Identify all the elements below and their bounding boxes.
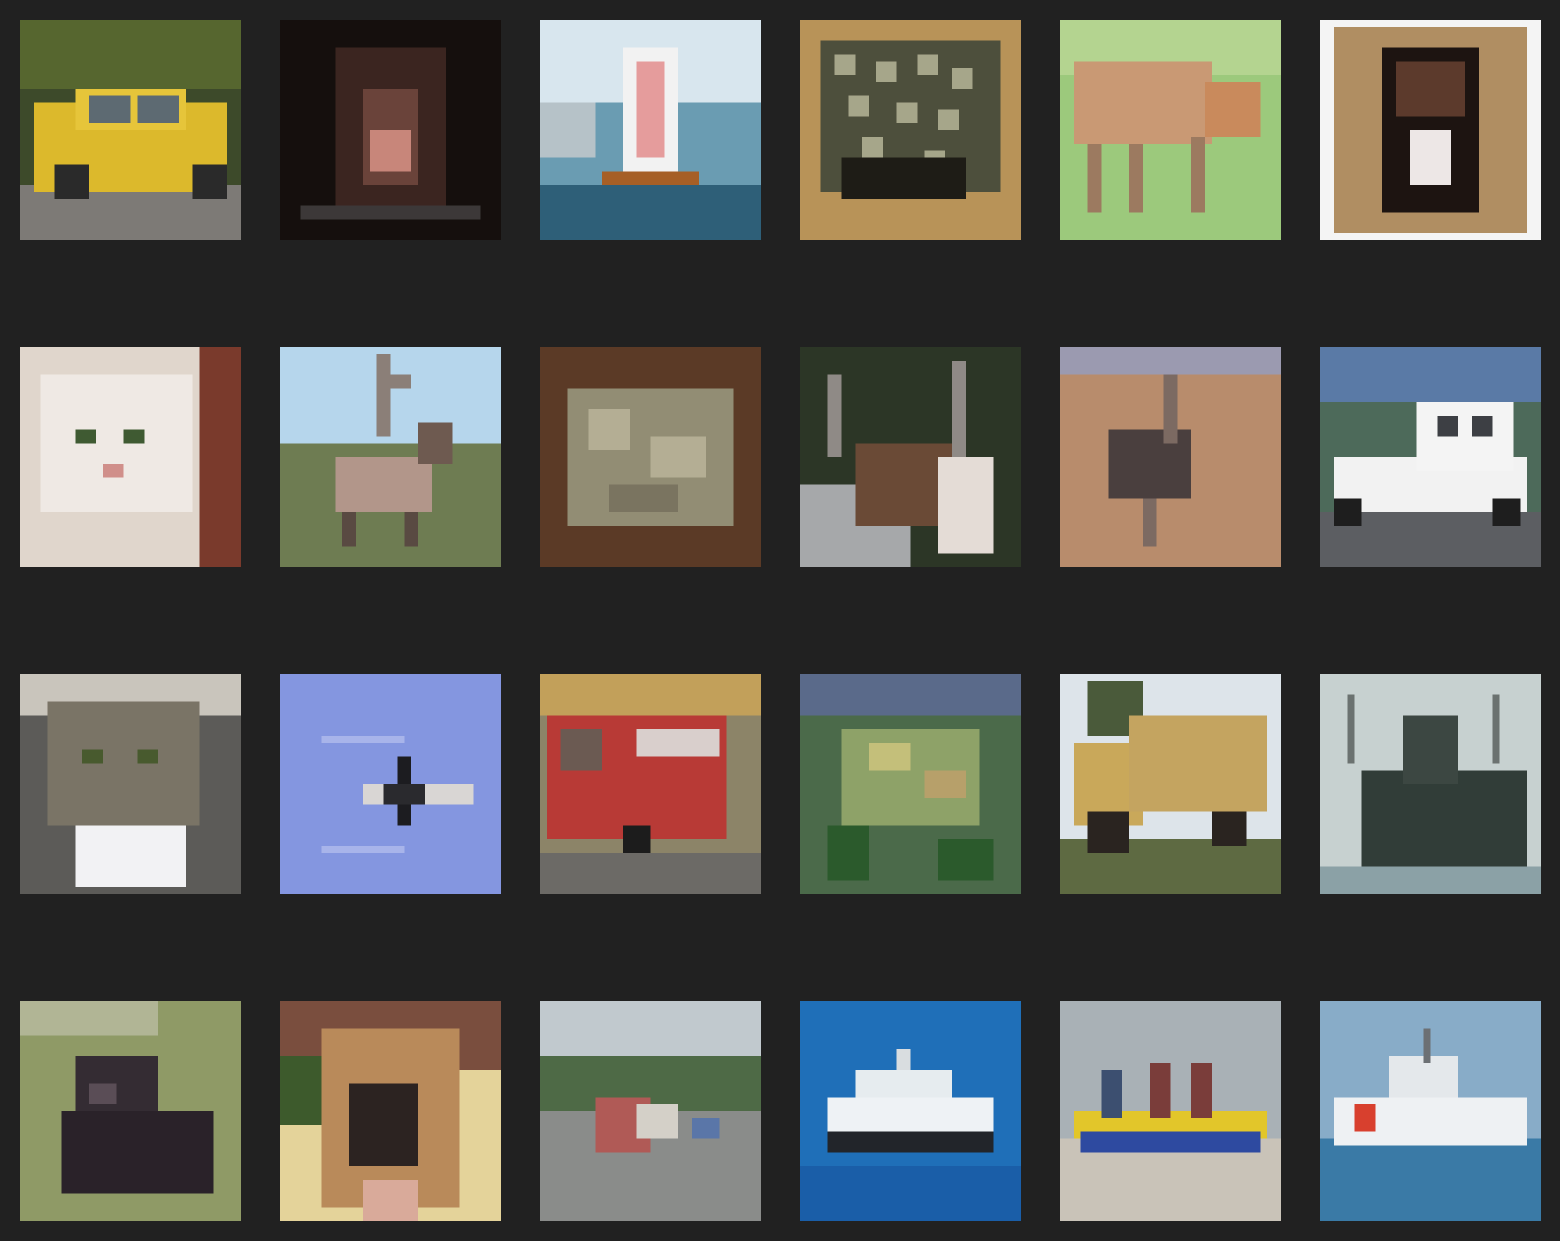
image-coast-guard-ship	[1320, 1001, 1541, 1221]
image-dark-dog	[20, 1001, 241, 1221]
image-tabby-cat	[20, 674, 241, 894]
image-frog-spotted	[800, 20, 1021, 240]
image-deer-antlers	[800, 347, 1021, 567]
image-fire-truck	[540, 674, 761, 894]
image-dark-ship	[1320, 674, 1541, 894]
image-dark-animal-face	[280, 20, 501, 240]
image-yellow-car	[20, 20, 241, 240]
image-sailboat	[540, 20, 761, 240]
image-white-cat	[20, 347, 241, 567]
image-truck-on-road	[540, 1001, 761, 1221]
image-frog-green	[800, 674, 1021, 894]
image-frog-brown	[540, 347, 761, 567]
image-yellow-boat	[1060, 1001, 1281, 1221]
image-ostrich	[1060, 347, 1281, 567]
image-grid	[0, 0, 1560, 1241]
image-cruise-ship	[800, 1001, 1021, 1221]
image-brown-dog	[280, 1001, 501, 1221]
image-cat-in-box	[1320, 20, 1541, 240]
image-deer-grass	[1060, 20, 1281, 240]
image-white-truck	[1320, 347, 1541, 567]
image-yellow-dump-truck	[1060, 674, 1281, 894]
image-reindeer	[280, 347, 501, 567]
image-airplane-sky	[280, 674, 501, 894]
